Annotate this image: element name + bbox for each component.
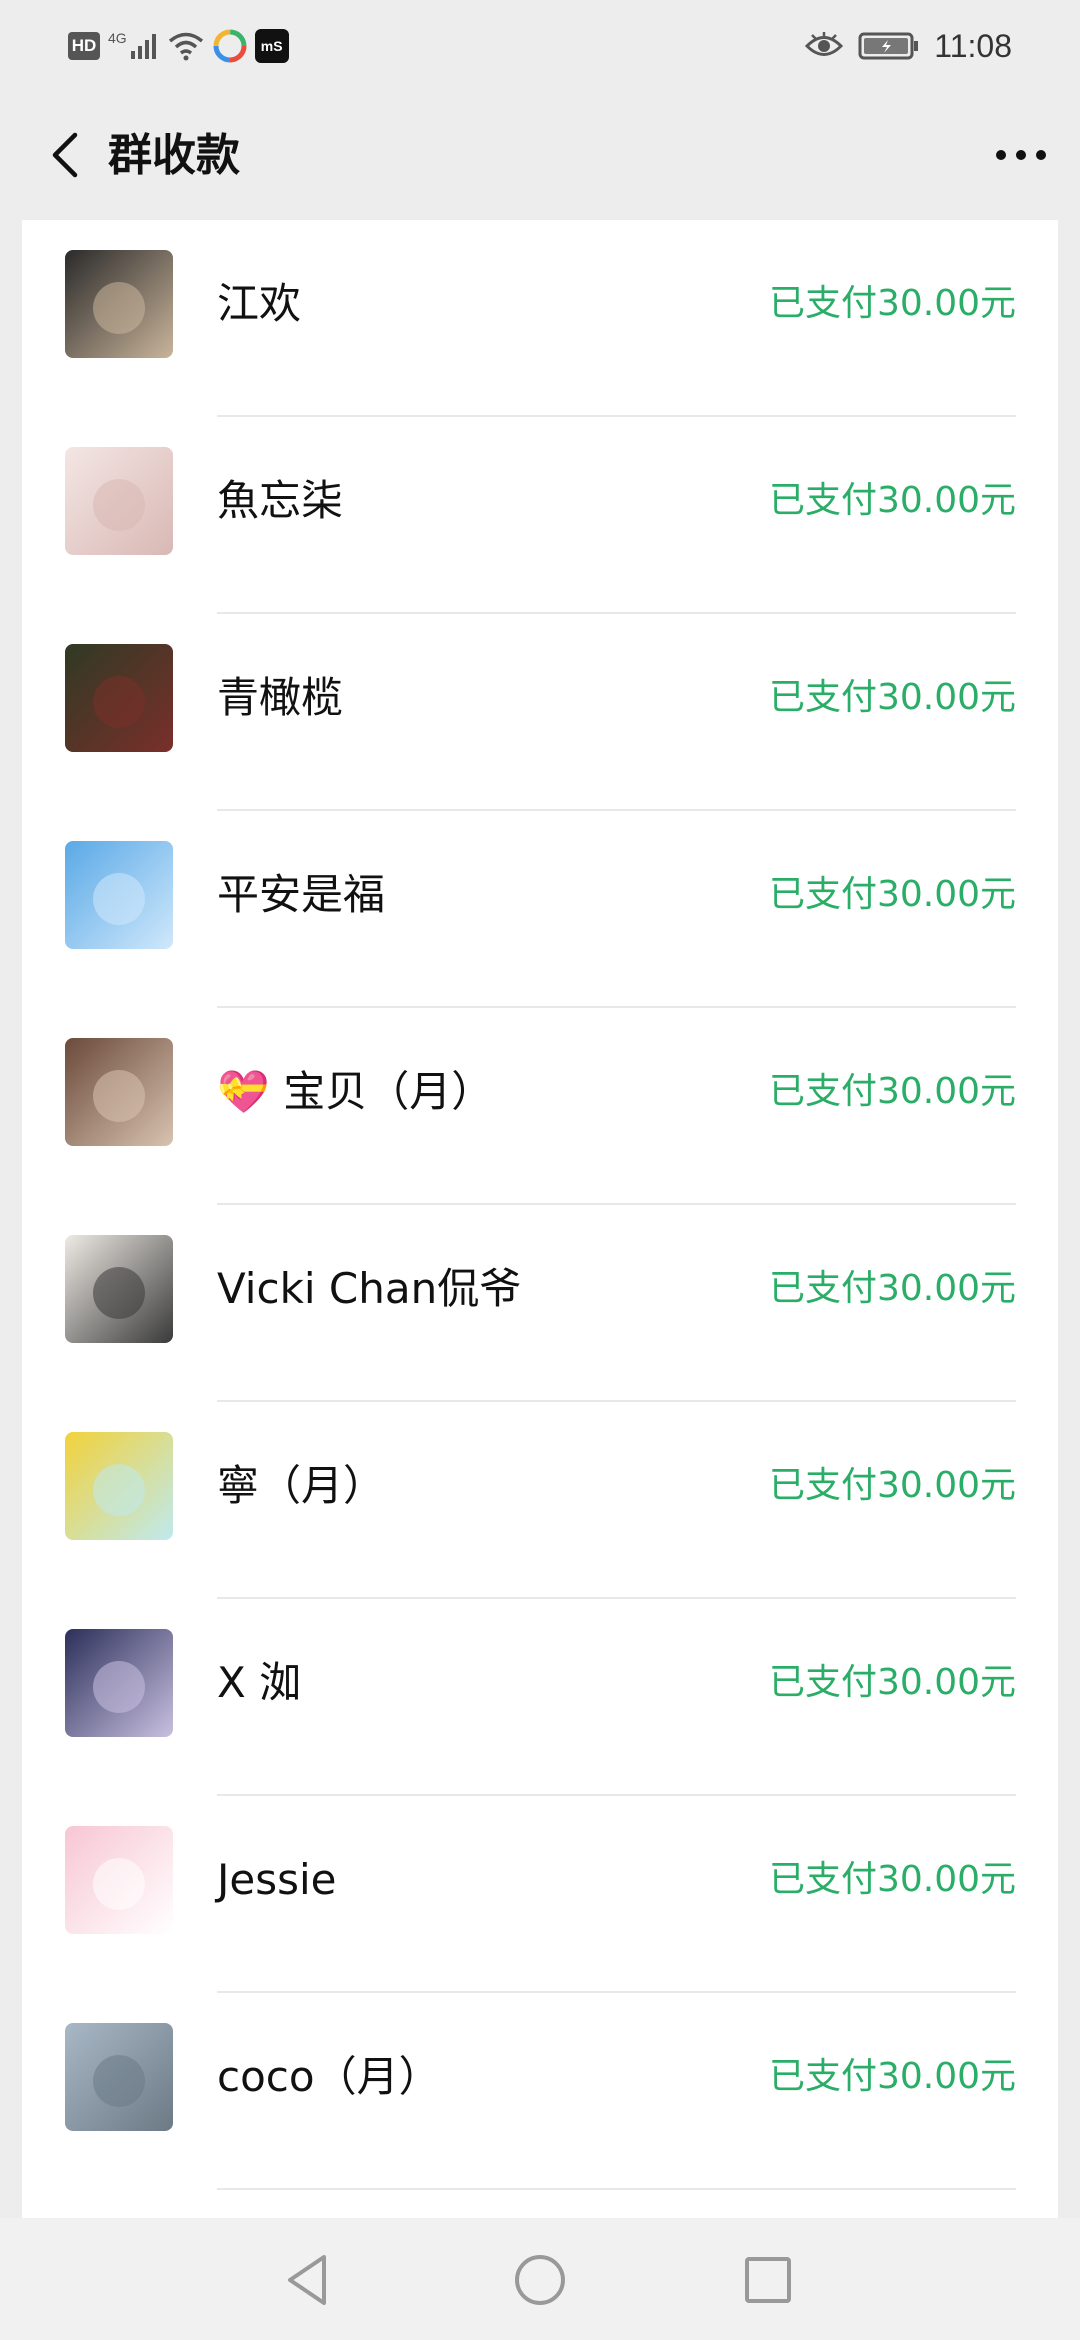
signal-icon: 4G xyxy=(108,31,159,61)
member-row[interactable]: 💝 宝贝（月） 已支付30.00元 xyxy=(22,1008,1058,1205)
payment-status: 已支付30.00元 xyxy=(768,283,1016,324)
chevron-left-icon xyxy=(52,132,78,178)
back-triangle-icon xyxy=(288,2255,326,2305)
home-circle-icon xyxy=(515,2255,565,2305)
payment-status: 已支付30.00元 xyxy=(768,480,1016,521)
payment-status: 已支付30.00元 xyxy=(768,677,1016,718)
status-left: HD 4G mS xyxy=(68,26,289,66)
member-name: 江欢 xyxy=(217,274,301,334)
member-row[interactable]: 寧（月） 已支付30.00元 xyxy=(22,1402,1058,1599)
payment-status: 已支付30.00元 xyxy=(768,2056,1016,2097)
member-name: 青橄榄 xyxy=(217,668,343,728)
row-divider xyxy=(217,2188,1016,2190)
member-avatar[interactable] xyxy=(65,1038,173,1146)
status-right: 11:08 xyxy=(804,26,1012,66)
wifi-icon xyxy=(168,32,203,61)
member-row[interactable]: 青橄榄 已支付30.00元 xyxy=(22,614,1058,811)
payment-status: 已支付30.00元 xyxy=(768,874,1016,915)
member-name-text: Jessie xyxy=(217,1855,337,1904)
payment-status: 已支付30.00元 xyxy=(768,1859,1016,1900)
member-name: coco（月） xyxy=(217,2047,441,2107)
app-badge-icon: mS xyxy=(254,29,289,63)
member-avatar[interactable] xyxy=(65,447,173,555)
member-name: 寧（月） xyxy=(217,1456,385,1516)
member-name: 💝 宝贝（月） xyxy=(217,1062,493,1122)
more-button[interactable] xyxy=(986,120,1056,190)
eye-icon xyxy=(805,32,844,56)
member-avatar[interactable] xyxy=(65,2023,173,2131)
system-back-button[interactable] xyxy=(276,2248,340,2312)
member-avatar[interactable] xyxy=(65,1629,173,1737)
member-name-text: 青橄榄 xyxy=(217,673,344,722)
battery-icon xyxy=(858,32,919,60)
member-row[interactable]: Jessie 已支付30.00元 xyxy=(22,1796,1058,1993)
payment-status: 已支付30.00元 xyxy=(768,1662,1016,1703)
hd-icon: HD xyxy=(68,32,100,60)
member-name-text: 寧（月） xyxy=(217,1461,386,1510)
member-name-text: 宝贝（月） xyxy=(283,1067,494,1116)
recents-square-icon xyxy=(745,2257,791,2303)
network-type: 4G xyxy=(108,30,127,46)
member-row[interactable]: 魚忘柒 已支付30.00元 xyxy=(22,417,1058,614)
member-avatar[interactable] xyxy=(65,250,173,358)
member-avatar[interactable] xyxy=(65,841,173,949)
member-name: 魚忘柒 xyxy=(217,471,343,531)
member-name: X 洳 xyxy=(217,1653,301,1713)
member-name: Jessie xyxy=(217,1850,337,1910)
payment-status: 已支付30.00元 xyxy=(768,1071,1016,1112)
member-name: 平安是福 xyxy=(217,865,385,925)
heart-gift-emoji-icon: 💝 xyxy=(217,1067,270,1116)
member-name-text: 江欢 xyxy=(217,279,302,328)
member-avatar[interactable] xyxy=(65,1432,173,1540)
clock: 11:08 xyxy=(934,27,1012,64)
system-home-button[interactable] xyxy=(508,2248,572,2312)
system-recents-button[interactable] xyxy=(736,2248,800,2312)
system-navigation-bar xyxy=(0,2218,1080,2340)
member-payment-list: 江欢 已支付30.00元 魚忘柒 已支付30.00元 青橄榄 已支付30.00元 平安是福已… xyxy=(22,220,1058,2220)
member-name: Vicki Chan侃爷 xyxy=(217,1259,521,1319)
payment-status: 已支付30.00元 xyxy=(768,1268,1016,1309)
member-row[interactable]: 江欢 已支付30.00元 xyxy=(22,220,1058,417)
member-row[interactable]: coco（月） 已支付30.00元 xyxy=(22,1993,1058,2190)
payment-status: 已支付30.00元 xyxy=(768,1465,1016,1506)
member-avatar[interactable] xyxy=(65,1826,173,1934)
member-name-text: 魚忘柒 xyxy=(217,476,344,525)
member-avatar[interactable] xyxy=(65,644,173,752)
member-name-text: coco（月） xyxy=(217,2052,441,2101)
status-bar: HD 4G mS 11:08 xyxy=(0,0,1080,90)
member-name-text: X 洳 xyxy=(217,1658,302,1707)
header-bar: 群收款 xyxy=(0,90,1080,220)
member-name-text: Vicki Chan侃爷 xyxy=(217,1264,522,1313)
app-notification-icon xyxy=(213,29,247,63)
member-name-text: 平安是福 xyxy=(217,870,386,919)
back-button[interactable] xyxy=(30,120,100,190)
member-avatar[interactable] xyxy=(65,1235,173,1343)
member-row[interactable]: X 洳 已支付30.00元 xyxy=(22,1599,1058,1796)
page-title: 群收款 xyxy=(108,130,240,181)
member-row[interactable]: 平安是福 已支付30.00元 xyxy=(22,811,1058,1008)
more-horizontal-icon xyxy=(996,150,1046,160)
member-row[interactable]: Vicki Chan侃爷 已支付30.00元 xyxy=(22,1205,1058,1402)
